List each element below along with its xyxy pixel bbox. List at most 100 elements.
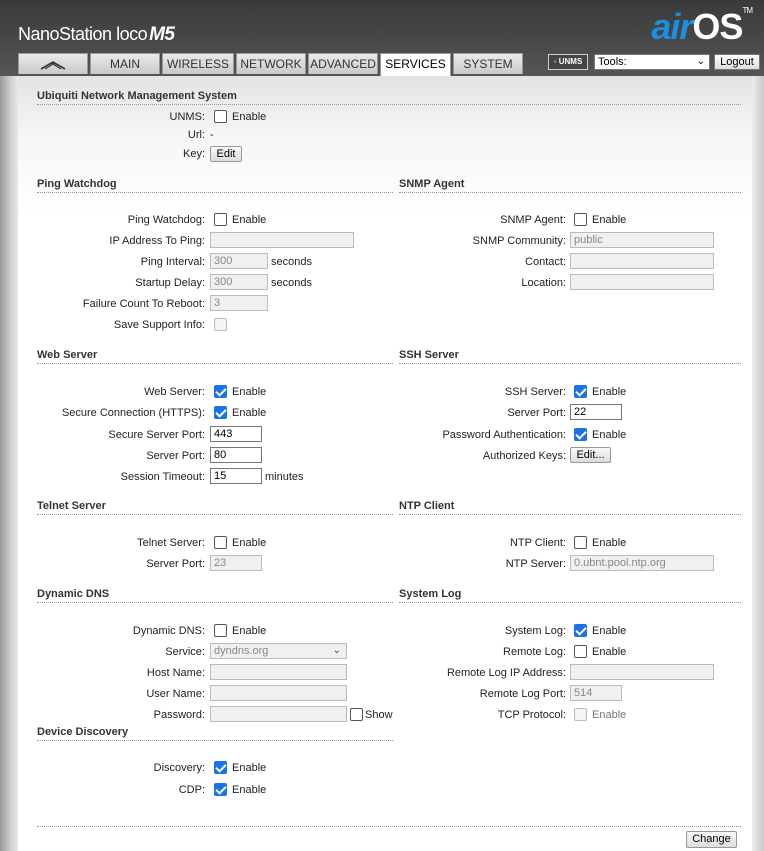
airos-logo-tm: TM bbox=[742, 6, 753, 15]
startup-delay-label: Startup Delay: bbox=[135, 277, 205, 289]
user-name-label: User Name: bbox=[146, 688, 205, 700]
user-name-input[interactable] bbox=[210, 685, 347, 701]
host-name-input[interactable] bbox=[210, 664, 347, 680]
footer-divider bbox=[37, 826, 741, 827]
tab-system[interactable]: SYSTEM bbox=[453, 53, 523, 74]
ubiquiti-logo-icon bbox=[40, 61, 66, 70]
host-name-label: Host Name: bbox=[146, 667, 205, 679]
section-title-telnet: Telnet Server bbox=[37, 500, 393, 515]
telnet-port-input[interactable]: 23 bbox=[210, 555, 262, 571]
service-select[interactable]: dyndns.org ⌄ bbox=[210, 643, 347, 659]
startup-delay-input[interactable]: 300 bbox=[210, 274, 268, 290]
session-timeout-input[interactable]: 15 bbox=[210, 468, 262, 484]
url-label: Url: bbox=[187, 129, 205, 141]
unms-enable-label: Enable bbox=[232, 111, 267, 123]
password-auth-enable-label: Enable bbox=[592, 429, 627, 441]
tab-services[interactable]: SERVICES bbox=[380, 53, 451, 76]
remote-log-label: Remote Log: bbox=[503, 646, 566, 658]
logout-button[interactable]: Logout bbox=[714, 54, 760, 70]
password-auth-checkbox[interactable] bbox=[574, 428, 587, 441]
snmp-agent-checkbox[interactable] bbox=[574, 213, 587, 226]
tab-ubiquiti-logo[interactable] bbox=[18, 53, 88, 74]
failure-count-input[interactable]: 3 bbox=[210, 295, 268, 311]
tcp-protocol-checkbox[interactable] bbox=[574, 708, 587, 721]
https-label: Secure Connection (HTTPS): bbox=[61, 407, 205, 419]
save-support-info-label: Save Support Info: bbox=[113, 319, 205, 331]
tab-advanced[interactable]: ADVANCED bbox=[308, 53, 378, 74]
https-enable-label: Enable bbox=[232, 407, 267, 419]
snmp-community-label: SNMP Community: bbox=[472, 235, 566, 247]
service-select-value: dyndns.org bbox=[214, 645, 269, 657]
remote-log-port-label: Remote Log Port: bbox=[479, 688, 566, 700]
system-log-label: System Log: bbox=[504, 625, 566, 637]
session-timeout-unit: minutes bbox=[265, 471, 304, 483]
airos-logo: airOSTM bbox=[651, 6, 753, 48]
ssh-server-checkbox[interactable] bbox=[574, 385, 587, 398]
change-button[interactable]: Change bbox=[686, 831, 737, 848]
device-brand: NanoStation loco M5 bbox=[18, 24, 175, 46]
secure-server-port-input[interactable]: 443 bbox=[210, 426, 262, 442]
authorized-keys-edit-button[interactable]: Edit... bbox=[570, 447, 611, 463]
location-input[interactable] bbox=[570, 274, 714, 290]
contact-input[interactable] bbox=[570, 253, 714, 269]
discovery-checkbox[interactable] bbox=[214, 761, 227, 774]
failure-count-label: Failure Count To Reboot: bbox=[82, 298, 205, 310]
remote-log-checkbox[interactable] bbox=[574, 645, 587, 658]
contact-label: Contact: bbox=[525, 256, 566, 268]
system-log-checkbox[interactable] bbox=[574, 624, 587, 637]
ssh-port-input[interactable]: 22 bbox=[570, 404, 622, 420]
ip-to-ping-input[interactable] bbox=[210, 232, 354, 248]
device-name: NanoStation loco bbox=[18, 24, 148, 44]
ntp-client-checkbox[interactable] bbox=[574, 536, 587, 549]
ping-watchdog-enable-label: Enable bbox=[232, 214, 267, 226]
ntp-server-label: NTP Server: bbox=[505, 558, 566, 570]
save-support-info-checkbox[interactable] bbox=[214, 318, 227, 331]
airos-logo-air: air bbox=[651, 6, 693, 47]
web-server-port-label: Server Port: bbox=[146, 450, 205, 462]
remote-log-ip-label: Remote Log IP Address: bbox=[446, 667, 566, 679]
key-edit-button[interactable]: Edit bbox=[210, 146, 242, 162]
tab-main[interactable]: MAIN bbox=[90, 53, 160, 74]
remote-log-ip-input[interactable] bbox=[570, 664, 714, 680]
show-password-checkbox[interactable] bbox=[350, 708, 363, 721]
side-gradient-right bbox=[752, 76, 764, 851]
ping-interval-label: Ping Interval: bbox=[140, 256, 205, 268]
web-server-port-input[interactable]: 80 bbox=[210, 447, 262, 463]
ping-watchdog-checkbox[interactable] bbox=[214, 213, 227, 226]
snmp-agent-enable-label: Enable bbox=[592, 214, 627, 226]
remote-log-port-input[interactable]: 514 bbox=[570, 685, 622, 701]
section-title-ping-watchdog: Ping Watchdog bbox=[37, 178, 393, 193]
snmp-community-input[interactable]: public bbox=[570, 232, 714, 248]
ssh-port-label: Server Port: bbox=[507, 407, 566, 419]
section-title-unms: Ubiquiti Network Management System bbox=[37, 90, 741, 105]
https-checkbox[interactable] bbox=[214, 406, 227, 419]
section-title-device-discovery: Device Discovery bbox=[37, 726, 393, 741]
side-gradient-left bbox=[0, 76, 18, 851]
airos-logo-os: OS bbox=[692, 6, 743, 47]
tab-network[interactable]: NETWORK bbox=[236, 53, 306, 74]
password-label: Password: bbox=[153, 709, 205, 721]
ssh-server-enable-label: Enable bbox=[592, 386, 627, 398]
telnet-server-checkbox[interactable] bbox=[214, 536, 227, 549]
password-input[interactable] bbox=[210, 706, 347, 722]
cdp-checkbox[interactable] bbox=[214, 783, 227, 796]
ip-to-ping-label: IP Address To Ping: bbox=[109, 235, 205, 247]
service-label: Service: bbox=[165, 646, 205, 658]
tab-wireless[interactable]: WIRELESS bbox=[162, 53, 234, 74]
secure-server-port-label: Secure Server Port: bbox=[108, 429, 205, 441]
chevron-down-icon: ⌄ bbox=[332, 645, 341, 656]
unms-enable-checkbox[interactable] bbox=[214, 110, 227, 123]
web-server-checkbox[interactable] bbox=[214, 385, 227, 398]
tools-select-value: Tools: bbox=[598, 56, 627, 68]
unms-badge[interactable]: ◦ UNMS bbox=[548, 54, 588, 70]
tools-select[interactable]: Tools: ⌄ bbox=[594, 54, 710, 70]
ddns-enable-label: Enable bbox=[232, 625, 267, 637]
ddns-checkbox[interactable] bbox=[214, 624, 227, 637]
tcp-protocol-label: TCP Protocol: bbox=[497, 709, 566, 721]
section-title-ntp: NTP Client bbox=[399, 500, 741, 515]
ping-watchdog-label: Ping Watchdog: bbox=[127, 214, 205, 226]
ntp-server-input[interactable]: 0.ubnt.pool.ntp.org bbox=[570, 555, 714, 571]
key-label: Key: bbox=[182, 148, 205, 160]
ping-interval-input[interactable]: 300 bbox=[210, 253, 268, 269]
web-server-label: Web Server: bbox=[144, 386, 205, 398]
